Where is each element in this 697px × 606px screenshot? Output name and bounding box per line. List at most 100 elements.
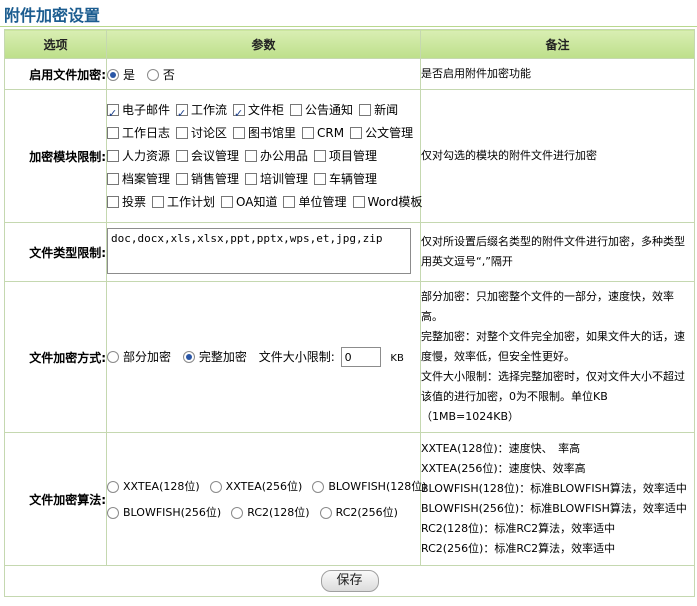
size-limit-input[interactable] (340, 347, 381, 367)
module-option[interactable]: OA知道 (221, 191, 277, 214)
module-checkbox[interactable] (283, 196, 296, 208)
module-checkbox[interactable] (107, 173, 119, 185)
algorithm-radio[interactable] (231, 507, 244, 519)
algorithm-option[interactable]: XXTEA(128位) (107, 474, 200, 500)
module-checkbox[interactable] (245, 150, 258, 162)
algorithm-option[interactable]: RC2(256位) (319, 500, 398, 526)
enable-yes-option[interactable]: 是 (107, 66, 135, 83)
filetypes-label: 文件类型限制: (4, 222, 107, 282)
module-checkbox[interactable] (221, 196, 234, 208)
algorithm-note: BLOWFISH(256位)：标准BLOWFISH算法，效率适中 (421, 502, 687, 515)
mode-note-full: 完整加密：对整个文件完全加密，如果文件大的话，速度慢，效率低，但安全性更好。 (421, 330, 685, 363)
algorithm-notes: XXTEA(128位)：速度快、 率高 XXTEA(256位)：速度快、效率高 … (420, 432, 695, 566)
modules-checkbox-group: 电子邮件 工作流 文件柜 公告通知 新闻工作日志 讨论区 图书馆里 CRM 公文管理人力资源 会议… (106, 89, 422, 223)
module-option[interactable]: 单位管理 (283, 191, 347, 214)
module-checkbox[interactable] (233, 102, 246, 125)
module-option[interactable]: 公文管理 (350, 122, 413, 145)
module-option[interactable]: 培训管理 (245, 168, 308, 191)
module-option[interactable]: CRM (302, 122, 344, 145)
module-option[interactable]: 投票 (107, 191, 146, 214)
module-option[interactable]: 人力资源 (107, 145, 170, 168)
size-unit: KB (390, 352, 404, 364)
algorithm-radio[interactable] (107, 481, 119, 493)
module-option[interactable]: 会议管理 (176, 145, 239, 168)
size-limit-label: 文件大小限制: (258, 349, 335, 364)
row-encryption-mode: 文件加密方式: 部分加密 完整加密 文件大小限制: KB 部分加密：只加密整个文… (4, 281, 695, 433)
module-checkbox[interactable] (176, 127, 189, 139)
title-divider (0, 26, 697, 27)
module-label: 项目管理 (329, 148, 378, 163)
module-checkbox[interactable] (176, 150, 189, 162)
algorithm-note: XXTEA(256位)：速度快、效率高 (421, 462, 586, 475)
module-option[interactable]: Word模板 (352, 191, 422, 214)
module-checkbox[interactable] (245, 173, 258, 185)
filetypes-note: 仅对所设置后缀名类型的附件文件进行加密，多种类型用英文逗号“,”隔开 (420, 222, 695, 282)
module-checkbox[interactable] (176, 102, 189, 125)
module-checkbox[interactable] (176, 173, 189, 185)
algorithm-note: RC2(256位)：标准RC2算法，效率适中 (421, 542, 616, 555)
enable-options: 是 否 (106, 58, 421, 90)
module-checkbox[interactable] (107, 127, 119, 139)
mode-notes: 部分加密：只加密整个文件的一部分，速度快，效率高。 完整加密：对整个文件完全加密… (420, 281, 695, 433)
module-option[interactable]: 公告通知 (290, 99, 353, 122)
module-checkbox[interactable] (350, 127, 363, 139)
algorithm-radio[interactable] (209, 481, 222, 493)
page-title: 附件加密设置 (4, 6, 101, 25)
algorithm-option[interactable]: BLOWFISH(256位) (107, 500, 221, 526)
enable-no-label: 否 (162, 67, 175, 82)
module-option[interactable]: 车辆管理 (314, 168, 377, 191)
mode-partial-radio[interactable] (107, 351, 119, 363)
module-option[interactable]: 工作流 (176, 99, 227, 125)
algorithm-note: XXTEA(128位)：速度快、 率高 (421, 442, 581, 455)
algorithm-option-label: BLOWFISH(128位) (328, 480, 427, 493)
module-option[interactable]: 档案管理 (107, 168, 170, 191)
module-option[interactable]: 办公用品 (245, 145, 308, 168)
algorithm-radio[interactable] (319, 507, 332, 519)
module-checkbox[interactable] (314, 173, 327, 185)
algorithm-row: BLOWFISH(256位) RC2(128位) RC2(256位) (107, 499, 420, 525)
module-checkbox[interactable] (107, 150, 119, 162)
module-checkbox[interactable] (352, 196, 365, 208)
module-checkbox[interactable] (152, 196, 165, 208)
algorithm-note: BLOWFISH(128位)：标准BLOWFISH算法，效率适中 (421, 482, 687, 495)
module-option[interactable]: 销售管理 (176, 168, 239, 191)
module-checkbox[interactable] (302, 127, 315, 139)
module-checkbox[interactable] (107, 102, 119, 125)
save-button[interactable]: 保存 (320, 570, 379, 592)
module-option[interactable]: 电子邮件 (107, 99, 170, 125)
module-row: 人力资源 会议管理 办公用品 项目管理 (107, 145, 420, 168)
module-label: 办公用品 (260, 148, 309, 163)
module-label: 档案管理 (122, 171, 171, 186)
module-checkbox[interactable] (314, 150, 327, 162)
module-option[interactable]: 文件柜 (233, 99, 284, 125)
enable-yes-radio[interactable] (107, 69, 119, 81)
enable-no-radio[interactable] (146, 69, 159, 81)
module-checkbox[interactable] (290, 104, 303, 116)
module-row: 投票 工作计划 OA知道 单位管理 Word模板 (107, 191, 422, 214)
algorithm-radio[interactable] (107, 507, 119, 519)
module-label: 公告通知 (305, 102, 354, 117)
enable-no-option[interactable]: 否 (146, 66, 175, 83)
mode-full-option[interactable]: 完整加密 (182, 348, 247, 365)
modules-note: 仅对勾选的模块的附件文件进行加密 (420, 89, 695, 223)
module-option[interactable]: 项目管理 (314, 145, 377, 168)
save-cell: 保存 (4, 565, 695, 597)
mode-partial-option[interactable]: 部分加密 (107, 348, 171, 365)
module-checkbox[interactable] (233, 127, 246, 139)
module-label: 人力资源 (122, 148, 171, 163)
modules-label: 加密模块限制: (4, 89, 107, 223)
module-label: 投票 (122, 194, 147, 209)
algorithm-option[interactable]: BLOWFISH(128位) (312, 474, 427, 500)
module-row: 档案管理 销售管理 培训管理 车辆管理 (107, 168, 420, 191)
mode-full-radio[interactable] (182, 351, 195, 363)
module-checkbox[interactable] (107, 196, 119, 208)
module-checkbox[interactable] (359, 104, 372, 116)
module-row: 工作日志 讨论区 图书馆里 CRM 公文管理 (107, 122, 420, 145)
module-option[interactable]: 新闻 (359, 99, 398, 122)
algorithm-option[interactable]: RC2(128位) (231, 500, 310, 526)
module-option[interactable]: 工作计划 (152, 191, 215, 214)
algorithm-option[interactable]: XXTEA(256位) (209, 474, 302, 500)
row-encryption-algorithm: 文件加密算法: XXTEA(128位) XXTEA(256位) BLOWFISH(1… (4, 432, 695, 566)
filetypes-textarea[interactable]: doc,docx,xls,xlsx,ppt,pptx,wps,et,jpg,zi… (107, 227, 411, 274)
algorithm-radio[interactable] (312, 481, 325, 493)
